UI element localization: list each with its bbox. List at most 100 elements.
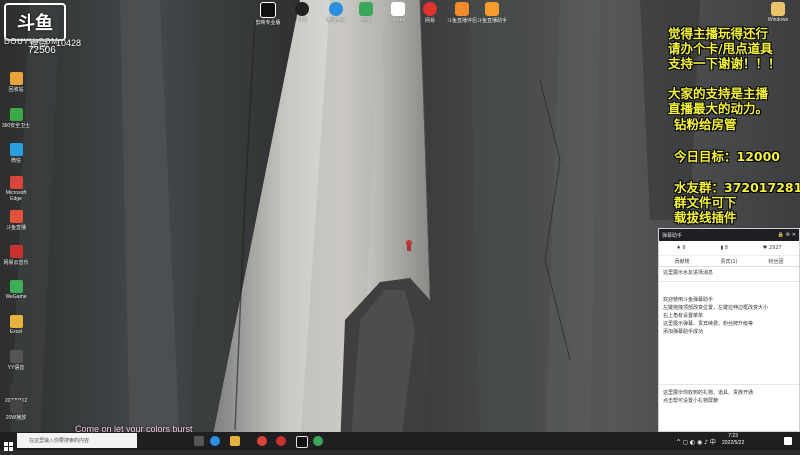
game-icon	[9, 280, 23, 293]
desktop-icon-excel[interactable]: Excel	[0, 315, 32, 335]
desktop-icon-label: OBS	[296, 17, 308, 23]
desktop-icon-label: 哔哩直播	[325, 18, 346, 24]
desktop-icon-edge[interactable]: Microsoft Edge	[0, 176, 32, 202]
desktop-icon-label: 网易	[424, 18, 435, 24]
panel-controls: 🔒 ⚙ ✕	[778, 232, 796, 238]
gear-icon[interactable]: ⚙	[786, 232, 790, 238]
desktop-icon-xunlei[interactable]: 迅雷	[348, 2, 384, 24]
desktop-icon-label: 20W播放	[5, 415, 27, 421]
clock-date: 2022/5/22	[722, 440, 745, 446]
desktop-icon-jianying[interactable]: 剪映专业版	[250, 2, 286, 26]
desktop-icon-wegame[interactable]: WeGame	[0, 280, 32, 300]
chat-msg: 这里展示弹幕、贵宾续费、粉丝牌升级等	[663, 321, 754, 327]
overlay-line-4: 大家的支持是主播	[668, 86, 769, 101]
goal-value: 12000	[736, 149, 781, 164]
chat-msg: 这里展示水友进场消息	[663, 270, 714, 276]
notification-icon[interactable]	[784, 437, 792, 445]
desktop-icon-label: 剪映专业版	[255, 20, 281, 26]
desktop-icon-label: 迅雷	[360, 18, 371, 24]
desktop-icon-obs[interactable]: OBS	[284, 2, 320, 23]
task-view-icon[interactable]	[194, 436, 204, 446]
tray-icons[interactable]: ^ ◻ ◐ ◉ ♪ 中	[676, 437, 716, 446]
group-value: 372017281	[724, 180, 800, 195]
douyu-companion-icon	[455, 2, 469, 16]
desktop-icon-recycle[interactable]: 回收站	[0, 72, 32, 93]
divider	[659, 384, 799, 385]
overlay-line-2: 请办个卡/甩点道具	[668, 41, 773, 56]
chat-msg: 右上角有设置菜单	[663, 313, 704, 319]
netease-icon	[423, 2, 437, 16]
desktop-icon-video[interactable]: 20W播放	[0, 400, 32, 421]
desktop-icon-wechat[interactable]: 微信	[0, 143, 32, 164]
folder-icon[interactable]	[230, 436, 240, 446]
chat-msg: 欢迎使用斗鱼弹幕助手	[663, 297, 714, 303]
overlay-line-3: 支持一下谢谢！！！	[668, 56, 781, 71]
desktop-icon-windows[interactable]: Windows	[760, 2, 796, 23]
desktop-icon-label: Windows	[767, 17, 789, 23]
group-label: 水友群：	[674, 180, 725, 195]
recycle-bin-icon	[9, 72, 23, 85]
panel-stats: ♦ 6 ▮ 8 ♥ 2927	[659, 241, 799, 256]
room-number: 10428	[56, 38, 82, 48]
edge-icon[interactable]	[210, 436, 220, 446]
panel-tabs: 贡献榜 贵宾(1) 粉丝团	[659, 256, 799, 267]
douyu-helper-icon	[485, 2, 499, 16]
divider	[659, 281, 799, 282]
taskbar-clock[interactable]: 7:23 2022/5/22	[722, 433, 744, 447]
windows-start-icon[interactable]	[4, 436, 13, 451]
desktop-icon-360[interactable]: 360安全卫士	[0, 108, 32, 129]
overlay-line-5: 直播最大的动力。	[668, 101, 769, 116]
stat-1: ♦ 6	[676, 245, 686, 251]
shield-icon	[9, 108, 23, 121]
desktop-icon-label: YY语音	[7, 365, 25, 371]
overlay-line-9: 群文件可下	[674, 195, 737, 210]
douyu-taskbar-icon[interactable]	[257, 436, 267, 446]
overlay-group: 水友群：372017281	[674, 180, 800, 195]
overlay-line-1: 觉得主播玩得还行	[668, 26, 769, 41]
close-icon[interactable]: ✕	[792, 232, 796, 238]
desktop-icon-label: 斗鱼直播	[5, 225, 26, 231]
chrome-icon[interactable]	[313, 436, 323, 446]
taskbar-search-input[interactable]: 在这里输入你要搜索的内容	[17, 433, 137, 448]
goal-label: 今日目标：	[674, 149, 737, 164]
desktop-icon-label: 斗鱼直播助手	[476, 18, 507, 24]
desktop-icon-douyu-helper[interactable]: 斗鱼直播助手	[474, 2, 510, 24]
desktop-icon-yy[interactable]: YY语音	[0, 350, 32, 371]
excel-icon	[9, 315, 23, 328]
desktop-icon-douyu[interactable]: 斗鱼直播	[0, 210, 32, 231]
desktop-icon-label: 360安全卫士	[1, 123, 31, 129]
tab-contribution[interactable]: 贡献榜	[674, 258, 689, 265]
chat-msg: 这里展示你收到的礼物、道具、贵族开通	[663, 390, 754, 396]
desktop-icon-label: 回收站	[8, 87, 24, 93]
douyu-icon	[9, 210, 23, 223]
desktop-icon-netease[interactable]: 网易	[412, 2, 448, 24]
overlay-line-6: 钻粉给房管	[674, 117, 737, 132]
edge-icon	[9, 176, 23, 189]
desktop-icon-label: Steam	[390, 17, 406, 23]
steam-icon	[391, 2, 405, 16]
video-icon	[9, 400, 23, 413]
desktop-icon-steam[interactable]: Steam	[380, 2, 416, 23]
chat-msg: 左键拖拽顶部改变位置，左键拉伸边框改变大小	[663, 305, 769, 311]
chat-msg: 点击帮可设置小礼物屏蔽	[663, 398, 719, 404]
music-taskbar-icon[interactable]	[276, 436, 286, 446]
douyu-logo: 斗鱼	[4, 3, 66, 41]
folder-icon	[771, 2, 785, 16]
folder-icon	[9, 384, 23, 397]
desktop-icon-label: Excel	[9, 329, 23, 335]
room-number-2: 72506	[28, 45, 56, 56]
tab-vip[interactable]: 贵宾(1)	[720, 258, 737, 265]
danmu-helper-panel[interactable]: 弹幕助手 🔒 ⚙ ✕ ♦ 6 ▮ 8 ♥ 2927 贡献榜 贵宾(1) 粉丝团 …	[658, 228, 800, 432]
stat-2: ▮ 8	[720, 245, 728, 251]
overlay-goal: 今日目标：12000	[674, 149, 780, 164]
panel-title: 弹幕助手	[662, 232, 683, 239]
jianying-taskbar-icon[interactable]	[296, 436, 308, 448]
panel-header[interactable]: 弹幕助手 🔒 ⚙ ✕	[659, 229, 799, 241]
wechat-icon	[9, 143, 23, 156]
desktop-icon-music[interactable]: 网易云音乐	[0, 245, 32, 266]
lock-icon[interactable]: 🔒	[778, 232, 784, 238]
yy-icon	[9, 350, 23, 363]
desktop-icon-label: 微信	[10, 158, 21, 164]
tab-fans[interactable]: 粉丝团	[768, 258, 783, 265]
desktop-icon-label: WeGame	[5, 294, 27, 300]
